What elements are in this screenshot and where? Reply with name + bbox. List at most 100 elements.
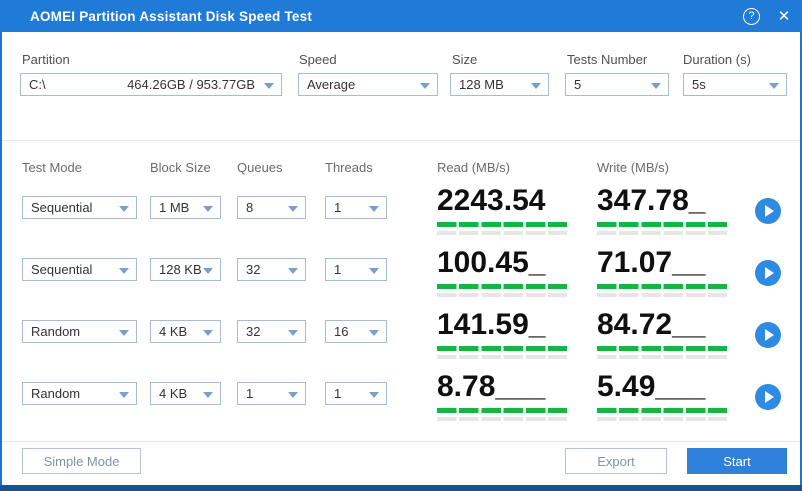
- titlebar-buttons: ? ✕: [743, 0, 794, 32]
- partition-label: Partition: [22, 52, 70, 67]
- block-size-value: 1 MB: [159, 200, 189, 215]
- queues-value: 32: [246, 324, 260, 339]
- test-mode-select[interactable]: Sequential: [22, 196, 137, 219]
- test-mode-select[interactable]: Random: [22, 320, 137, 343]
- write-speed-value: 71.07__: [597, 248, 705, 278]
- threads-select[interactable]: 16: [325, 320, 387, 343]
- queues-select[interactable]: 32: [237, 320, 306, 343]
- help-icon[interactable]: ?: [743, 8, 760, 25]
- tests-number-value: 5: [574, 77, 581, 92]
- block-size-select[interactable]: 4 KB: [150, 382, 221, 405]
- play-button[interactable]: [755, 198, 781, 224]
- test-mode-select[interactable]: Random: [22, 382, 137, 405]
- chevron-down-icon: [288, 206, 298, 212]
- partition-value: C:\: [29, 77, 46, 92]
- col-header-test-mode: Test Mode: [22, 160, 82, 175]
- threads-select[interactable]: 1: [325, 196, 387, 219]
- chevron-down-icon: [369, 206, 379, 212]
- col-header-queues: Queues: [237, 160, 283, 175]
- window-border-bottom: [0, 485, 802, 491]
- block-size-select[interactable]: 4 KB: [150, 320, 221, 343]
- threads-value: 1: [334, 262, 341, 277]
- chevron-down-icon: [369, 330, 379, 336]
- threads-select[interactable]: 1: [325, 258, 387, 281]
- chevron-down-icon: [369, 392, 379, 398]
- test-row: Random 4 KB 1 1 8.78___ 5.49___: [0, 372, 802, 434]
- speed-value: Average: [307, 77, 355, 92]
- queues-select[interactable]: 8: [237, 196, 306, 219]
- tests-number-label: Tests Number: [567, 52, 647, 67]
- chevron-down-icon: [531, 83, 541, 89]
- write-speed-bar-reflection: [597, 417, 727, 421]
- play-button[interactable]: [755, 260, 781, 286]
- chevron-down-icon: [119, 330, 129, 336]
- play-icon: [765, 267, 774, 279]
- chevron-down-icon: [420, 83, 430, 89]
- play-icon: [765, 329, 774, 341]
- export-button[interactable]: Export: [565, 448, 667, 474]
- partition-select[interactable]: C:\ 464.26GB / 953.77GB: [20, 73, 282, 96]
- queues-value: 8: [246, 200, 253, 215]
- chevron-down-icon: [288, 330, 298, 336]
- test-mode-value: Sequential: [31, 200, 92, 215]
- write-speed-bar: [597, 222, 727, 227]
- test-mode-select[interactable]: Sequential: [22, 258, 137, 281]
- write-speed-bar: [597, 346, 727, 351]
- write-speed-bar: [597, 408, 727, 413]
- test-row: Sequential 128 KB 32 1 100.45_ 71.07__: [0, 248, 802, 310]
- play-icon: [765, 391, 774, 403]
- start-button[interactable]: Start: [687, 448, 787, 474]
- speed-select[interactable]: Average: [298, 73, 438, 96]
- col-header-write: Write (MB/s): [597, 160, 669, 175]
- duration-select[interactable]: 5s: [683, 73, 787, 96]
- read-speed-value: 141.59_: [437, 310, 545, 340]
- chevron-down-icon: [203, 268, 213, 274]
- write-speed-value: 5.49___: [597, 372, 705, 402]
- header-separator: [2, 140, 800, 141]
- play-icon: [765, 205, 774, 217]
- tests-number-select[interactable]: 5: [565, 73, 669, 96]
- read-speed-value: 8.78___: [437, 372, 545, 402]
- block-size-select[interactable]: 128 KB: [150, 258, 221, 281]
- play-button[interactable]: [755, 322, 781, 348]
- chevron-down-icon: [288, 392, 298, 398]
- threads-value: 16: [334, 324, 348, 339]
- read-speed-bar: [437, 346, 567, 351]
- disk-speed-test-window: AOMEI Partition Assistant Disk Speed Tes…: [0, 0, 802, 491]
- block-size-value: 4 KB: [159, 324, 187, 339]
- chevron-down-icon: [203, 392, 213, 398]
- duration-label: Duration (s): [683, 52, 751, 67]
- play-button[interactable]: [755, 384, 781, 410]
- read-speed-bar: [437, 284, 567, 289]
- col-header-block-size: Block Size: [150, 160, 211, 175]
- col-header-threads: Threads: [325, 160, 373, 175]
- simple-mode-button[interactable]: Simple Mode: [22, 448, 141, 474]
- queues-select[interactable]: 32: [237, 258, 306, 281]
- threads-value: 1: [334, 386, 341, 401]
- close-icon[interactable]: ✕: [774, 7, 794, 25]
- chevron-down-icon: [119, 268, 129, 274]
- test-mode-value: Random: [31, 324, 80, 339]
- block-size-value: 128 KB: [159, 262, 202, 277]
- read-speed-bar: [437, 408, 567, 413]
- threads-select[interactable]: 1: [325, 382, 387, 405]
- read-speed-bar-reflection: [437, 231, 567, 235]
- test-row: Random 4 KB 32 16 141.59_ 84.72__: [0, 310, 802, 372]
- chevron-down-icon: [203, 206, 213, 212]
- size-select[interactable]: 128 MB: [450, 73, 549, 96]
- test-mode-value: Sequential: [31, 262, 92, 277]
- read-speed-bar-reflection: [437, 417, 567, 421]
- block-size-select[interactable]: 1 MB: [150, 196, 221, 219]
- chevron-down-icon: [264, 83, 274, 89]
- size-value: 128 MB: [459, 77, 504, 92]
- partition-size-info: 464.26GB / 953.77GB: [127, 77, 255, 92]
- queues-select[interactable]: 1: [237, 382, 306, 405]
- chevron-down-icon: [288, 268, 298, 274]
- window-title: AOMEI Partition Assistant Disk Speed Tes…: [30, 9, 312, 24]
- chevron-down-icon: [119, 206, 129, 212]
- chevron-down-icon: [203, 330, 213, 336]
- write-speed-bar-reflection: [597, 231, 727, 235]
- queues-value: 1: [246, 386, 253, 401]
- write-speed-value: 84.72__: [597, 310, 705, 340]
- read-speed-value: 100.45_: [437, 248, 545, 278]
